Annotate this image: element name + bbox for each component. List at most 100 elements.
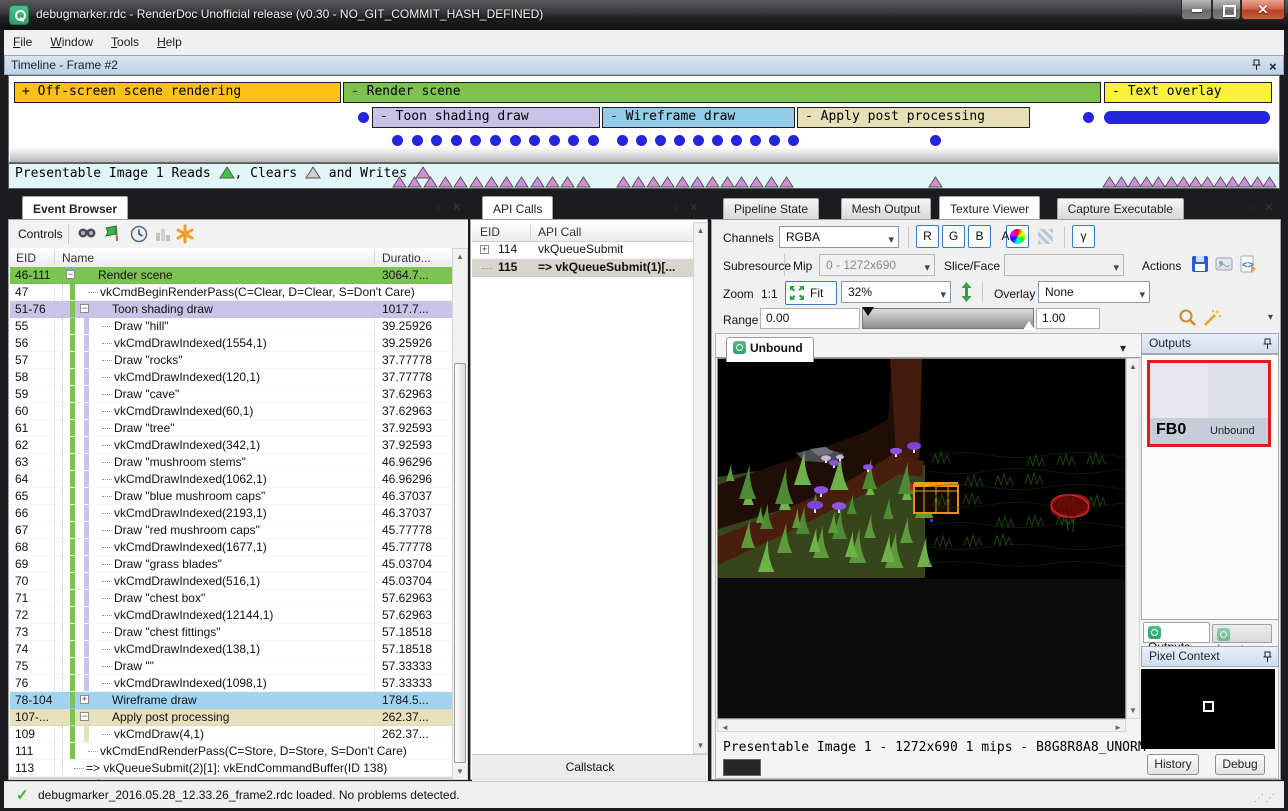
zoom-1to1-button[interactable]: 1:1 — [761, 287, 778, 301]
range-max-input[interactable]: 1.00 — [1036, 308, 1100, 329]
menu-help[interactable]: Help — [148, 30, 191, 55]
timeline-marker-bar[interactable]: + Off-screen scene rendering — [14, 82, 341, 103]
slice-face-select[interactable]: ▾ — [1004, 254, 1124, 276]
timeline-draw-dot[interactable] — [1083, 112, 1094, 123]
write-marker-triangle[interactable] — [438, 176, 453, 191]
menu-window[interactable]: Window — [41, 30, 102, 55]
timeline-draw-dot[interactable] — [588, 135, 599, 146]
texture-vscrollbar[interactable]: ▲▼ — [1126, 358, 1140, 719]
write-marker-triangle[interactable] — [764, 176, 779, 191]
autofit-wand-icon[interactable] — [1201, 307, 1223, 329]
event-row[interactable]: 65Draw "blue mushroom caps"46.37037 — [10, 488, 453, 505]
menu-file[interactable]: File — [4, 30, 41, 55]
timeline-draw-dot[interactable] — [490, 135, 501, 146]
timeline-draw-dot[interactable] — [693, 135, 704, 146]
write-marker-triangle[interactable] — [749, 176, 764, 191]
write-marker-triangle[interactable] — [779, 176, 794, 191]
channel-b-toggle[interactable]: B — [968, 225, 991, 248]
save-texture-icon[interactable] — [1189, 253, 1211, 275]
event-browser-close-icon[interactable]: × — [453, 199, 461, 214]
event-row[interactable]: 113=> vkQueueSubmit(2)[1]: vkEndCommandB… — [10, 760, 453, 777]
write-marker-triangle[interactable] — [646, 176, 661, 191]
range-black-handle[interactable] — [862, 307, 874, 316]
tab-api-calls[interactable]: API Calls — [482, 196, 553, 219]
timeline-draw-dot[interactable] — [412, 135, 423, 146]
channel-a-toggle[interactable]: A — [994, 225, 1017, 248]
event-row[interactable]: 109vkCmdDraw(4,1)262.37... — [10, 726, 453, 743]
tree-expander[interactable]: − — [80, 304, 89, 313]
event-row[interactable]: 58vkCmdDrawIndexed(120,1)37.77778 — [10, 369, 453, 386]
tab-outputs[interactable]: Outputs — [1143, 622, 1210, 643]
write-marker-triangle[interactable] — [631, 176, 646, 191]
timeline-draw-dot[interactable] — [769, 135, 780, 146]
range-slider[interactable] — [862, 308, 1034, 329]
range-white-handle[interactable] — [1023, 321, 1035, 330]
timeline-close-icon[interactable]: × — [1269, 57, 1277, 76]
timeline-draw-dot[interactable] — [712, 135, 723, 146]
api-calls-header[interactable]: EID API Call — [472, 222, 708, 242]
event-row[interactable]: 68vkCmdDrawIndexed(1677,1)45.77778 — [10, 539, 453, 556]
open-in-shader-icon[interactable]: <> — [1237, 253, 1259, 275]
timeline-draw-dot[interactable] — [636, 135, 647, 146]
timeline-draw-dot[interactable] — [930, 135, 941, 146]
tree-expander[interactable]: − — [66, 270, 75, 279]
timeline-draw-pill[interactable] — [1104, 111, 1270, 124]
event-row[interactable]: 115=> vkQueueSubmit(1)[0]: vkBeginComman… — [10, 777, 453, 780]
right-panel-menu-icon[interactable]: ▾ — [1248, 202, 1254, 214]
write-marker-triangle[interactable] — [720, 176, 735, 191]
write-marker-triangle[interactable] — [453, 176, 468, 191]
write-marker-triangle[interactable] — [734, 176, 749, 191]
texture-tab-unbound[interactable]: Unbound — [726, 337, 814, 362]
toolbar-overflow-icon[interactable]: ▾ — [1268, 312, 1273, 323]
write-marker-triangle[interactable] — [423, 176, 438, 191]
tree-expander[interactable]: − — [80, 712, 89, 721]
star-asterisk-icon[interactable] — [174, 223, 196, 245]
timeline-draw-dot[interactable] — [788, 135, 799, 146]
timeline-marker-bar[interactable]: - Render scene — [343, 82, 1101, 103]
timeline-draw-dot[interactable] — [470, 135, 481, 146]
event-row[interactable]: 51-76−Toon shading draw1017.7... — [10, 301, 453, 318]
write-marker-triangle[interactable] — [576, 176, 591, 191]
event-browser-header[interactable]: EID Name Duratio... — [10, 248, 468, 268]
write-marker-triangle[interactable] — [660, 176, 675, 191]
write-marker-triangle[interactable] — [499, 176, 514, 191]
tree-expander[interactable]: + — [80, 695, 89, 704]
title-bar[interactable]: debugmarker.rdc - RenderDoc Unofficial r… — [0, 0, 1288, 30]
timeline-draw-dot[interactable] — [655, 135, 666, 146]
timeline-marker-bar[interactable]: - Apply post processing — [797, 107, 1030, 128]
bookmark-flag-icon[interactable] — [102, 223, 124, 245]
menu-tools[interactable]: Tools — [102, 30, 148, 55]
event-row[interactable]: 56vkCmdDrawIndexed(1554,1)39.25926 — [10, 335, 453, 352]
event-row[interactable]: 59Draw "cave"37.62963 — [10, 386, 453, 403]
flip-y-icon[interactable] — [955, 281, 977, 303]
tab-capture-executable[interactable]: Capture Executable — [1057, 198, 1184, 219]
write-marker-triangle[interactable] — [545, 176, 560, 191]
resize-grip[interactable]: ⋰⋰ — [1254, 793, 1276, 804]
event-row[interactable]: 78-104+Wireframe draw1784.5... — [10, 692, 453, 709]
zoom-select[interactable]: 32%▾ — [841, 281, 951, 303]
range-min-input[interactable]: 0.00 — [760, 308, 860, 329]
api-calls-close-icon[interactable]: × — [690, 199, 698, 214]
pixel-context-view[interactable] — [1141, 669, 1275, 749]
write-marker-triangle[interactable] — [1262, 176, 1277, 191]
right-panel-close-icon[interactable]: × — [1265, 199, 1273, 214]
history-button[interactable]: History — [1147, 754, 1199, 775]
event-row[interactable]: 66vkCmdDrawIndexed(2193,1)46.37037 — [10, 505, 453, 522]
maximize-button[interactable] — [1212, 0, 1241, 20]
find-icon[interactable] — [76, 223, 98, 245]
api-row[interactable]: 115=> vkQueueSubmit(1)[... — [472, 259, 694, 277]
event-row[interactable]: 73Draw "chest fittings"57.18518 — [10, 624, 453, 641]
write-marker-triangle[interactable] — [928, 176, 943, 191]
pixel-context-pin-icon[interactable] — [1262, 651, 1273, 670]
timeline-draw-dot[interactable] — [529, 135, 540, 146]
minimize-button[interactable] — [1181, 0, 1212, 20]
outputs-header[interactable]: Outputs — [1141, 333, 1279, 354]
tab-event-browser[interactable]: Event Browser — [22, 196, 128, 219]
alpha-checker-icon[interactable] — [1034, 225, 1057, 248]
timeline-draw-dot[interactable] — [568, 135, 579, 146]
api-calls-list[interactable]: +114vkQueueSubmit115=> vkQueueSubmit(1)[… — [472, 241, 694, 277]
write-marker-triangle[interactable] — [469, 176, 484, 191]
api-calls-menu-icon[interactable]: ▾ — [673, 202, 679, 214]
timeline-canvas[interactable]: + Off-screen scene rendering- Render sce… — [8, 75, 1280, 163]
timeline-marker-bar[interactable]: - Wireframe draw — [602, 107, 795, 128]
